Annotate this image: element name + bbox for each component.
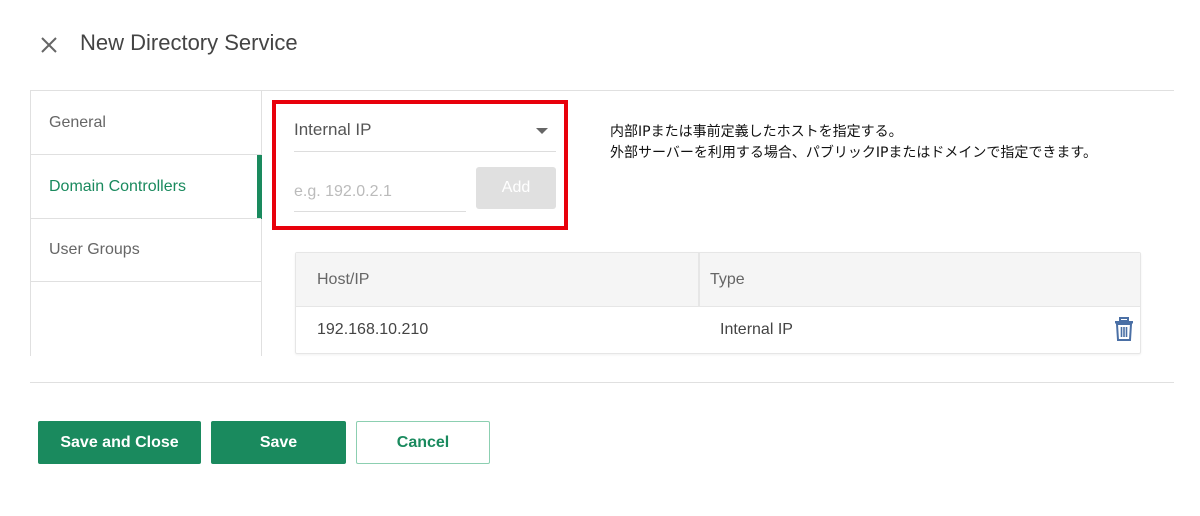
- type-select[interactable]: Internal IP: [294, 112, 556, 152]
- table-cell-type: Internal IP: [720, 321, 793, 338]
- divider: [30, 382, 1174, 383]
- save-button[interactable]: Save: [211, 421, 346, 464]
- type-select-value: Internal IP: [294, 120, 372, 139]
- divider: [262, 90, 1174, 91]
- cancel-button[interactable]: Cancel: [356, 421, 490, 464]
- help-note-line: 内部IPまたは事前定義したホストを指定する。: [610, 124, 903, 140]
- table-cell-host: 192.168.10.210: [317, 321, 429, 338]
- add-button[interactable]: Add: [476, 167, 556, 209]
- help-note: 内部IPまたは事前定義したホストを指定する。 外部サーバーを利用する場合、パブリ…: [610, 122, 1097, 164]
- trash-icon[interactable]: [1114, 317, 1134, 341]
- ip-input[interactable]: [294, 172, 466, 212]
- page-title: New Directory Service: [80, 30, 298, 55]
- dialog-header: New Directory Service: [0, 0, 1200, 90]
- chevron-down-icon: [536, 128, 548, 134]
- sidebar: General Domain Controllers User Groups: [30, 90, 262, 356]
- column-divider: [698, 253, 700, 307]
- table-header: Host/IP Type: [296, 253, 1140, 307]
- help-note-line: 外部サーバーを利用する場合、パブリックIPまたはドメインで指定できます。: [610, 145, 1098, 161]
- hosts-table: Host/IP Type 192.168.10.210 Internal IP: [295, 252, 1141, 354]
- sidebar-item-user-groups[interactable]: User Groups: [31, 218, 261, 282]
- sidebar-item-label: Domain Controllers: [49, 177, 186, 195]
- sidebar-item-label: User Groups: [49, 241, 140, 258]
- save-and-close-button[interactable]: Save and Close: [38, 421, 201, 464]
- close-icon[interactable]: [36, 32, 62, 58]
- sidebar-item-domain-controllers[interactable]: Domain Controllers: [31, 154, 262, 219]
- sidebar-item-general[interactable]: General: [31, 90, 261, 154]
- sidebar-item-label: General: [49, 113, 106, 131]
- column-header-host: Host/IP: [317, 271, 370, 288]
- column-header-type: Type: [710, 271, 745, 288]
